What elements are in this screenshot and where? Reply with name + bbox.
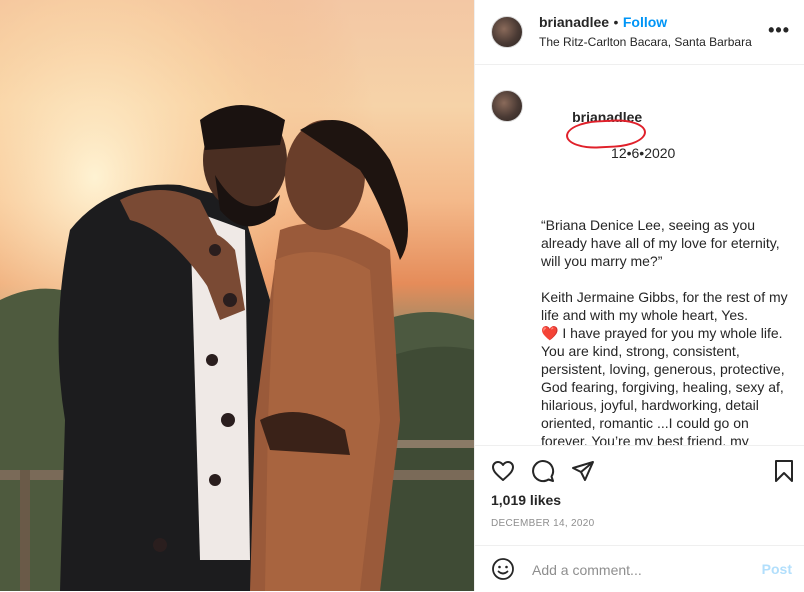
post-photo[interactable] (0, 0, 474, 591)
follow-button[interactable]: Follow (623, 14, 667, 30)
author-avatar[interactable] (491, 16, 523, 48)
more-horizontal-icon[interactable]: ••• (768, 21, 790, 39)
post-date[interactable]: DECEMBER 14, 2020 (491, 518, 594, 529)
caption-quote: “Briana Denice Lee, seeing as you alread… (541, 217, 784, 269)
caption-body-start: Keith Jermaine Gibbs, for the rest of my… (541, 289, 792, 323)
caption-scroll-area[interactable]: brianadlee 12•6•2020 “Briana Denice Lee,… (475, 65, 804, 445)
header-user-line: brianadlee • Follow (539, 14, 667, 32)
caption-date: 12•6•2020 (565, 117, 676, 198)
post-location[interactable]: The Ritz-Carlton Bacara, Santa Barbara (539, 35, 752, 49)
smiley-icon[interactable] (491, 557, 515, 586)
comment-input[interactable] (530, 560, 734, 580)
save-bookmark-icon[interactable] (772, 459, 796, 488)
photo-scene (0, 0, 474, 591)
post-comment-button[interactable]: Post (762, 561, 792, 577)
post-header: brianadlee • Follow The Ritz-Carlton Bac… (475, 0, 804, 65)
post-side-panel: brianadlee • Follow The Ritz-Carlton Bac… (475, 0, 804, 591)
caption-body-rest: I have prayed for you my whole life. You… (541, 325, 785, 445)
caption-author-avatar[interactable] (491, 90, 523, 122)
share-send-icon[interactable] (571, 459, 595, 488)
heart-emoji-icon: ❤️ (541, 325, 559, 341)
likes-count[interactable]: 1,019 likes (491, 492, 561, 508)
like-heart-icon[interactable] (491, 459, 515, 488)
caption-date-text: 12•6•2020 (611, 145, 676, 161)
comment-bar: Post (475, 545, 804, 592)
separator-dot: • (613, 14, 619, 30)
caption-text: brianadlee 12•6•2020 “Briana Denice Lee,… (541, 90, 793, 445)
actions-section: 1,019 likes DECEMBER 14, 2020 (475, 445, 804, 546)
caption-body: Keith Jermaine Gibbs, for the rest of my… (541, 288, 793, 445)
comment-bubble-icon[interactable] (531, 459, 555, 488)
author-username[interactable]: brianadlee (539, 14, 609, 30)
